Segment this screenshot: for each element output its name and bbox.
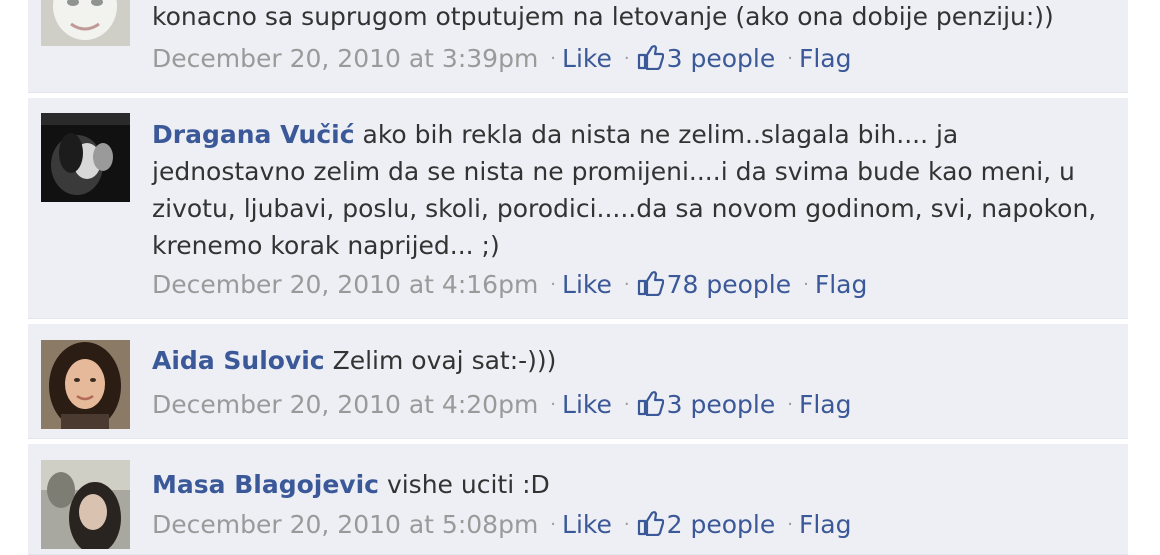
likes-count: 3 people — [666, 390, 776, 419]
avatar[interactable] — [41, 0, 130, 46]
separator: · — [623, 514, 630, 535]
separator: · — [623, 48, 630, 69]
thumbs-up-icon — [637, 271, 664, 296]
comment-body: Aida Sulovic Zelim ovaj sat:-))) — [152, 342, 1118, 379]
like-link[interactable]: Like — [562, 510, 612, 539]
comment-author[interactable]: Aida Sulovic — [152, 346, 325, 375]
avatar[interactable] — [41, 340, 130, 429]
thumbs-up-icon — [637, 511, 664, 536]
like-link[interactable]: Like — [562, 270, 612, 299]
comment-date: December 20, 2010 at 4:16pm — [152, 270, 539, 299]
likes-count: 2 people — [666, 510, 776, 539]
thumbs-up-icon — [637, 45, 664, 70]
comment-meta: December 20, 2010 at 3:39pm · Like · 3 peopl… — [152, 40, 851, 80]
likes-link[interactable]: 2 people — [636, 510, 776, 539]
comment-body: Masa Blagojevic vishe uciti :D — [152, 466, 1118, 503]
separator: · — [787, 48, 793, 69]
comment-meta: December 20, 2010 at 5:08pm · Like · 2 peopl… — [152, 506, 851, 546]
likes-link[interactable]: 78 people — [636, 270, 792, 299]
separator: · — [550, 394, 557, 415]
separator: · — [623, 274, 630, 295]
separator: · — [623, 394, 630, 415]
comment-feed: konacno sa suprugom otputujem na letovan… — [28, 0, 1128, 555]
comment-meta: December 20, 2010 at 4:20pm · Like · 3 peopl… — [152, 386, 851, 426]
comment: Aida Sulovic Zelim ovaj sat:-))) Decembe… — [28, 324, 1128, 439]
separator: · — [787, 394, 793, 415]
thumbs-up-icon — [637, 391, 664, 416]
comment-author[interactable]: Dragana Vučić — [152, 120, 355, 149]
flag-link[interactable]: Flag — [799, 44, 852, 73]
separator: · — [550, 274, 557, 295]
avatar[interactable] — [41, 460, 130, 549]
comment-text: vishe uciti :D — [386, 470, 550, 499]
comment-date: December 20, 2010 at 4:20pm — [152, 390, 539, 419]
separator: · — [550, 48, 557, 69]
flag-link[interactable]: Flag — [799, 510, 852, 539]
likes-count: 3 people — [666, 44, 776, 73]
flag-link[interactable]: Flag — [799, 390, 852, 419]
separator: · — [550, 514, 557, 535]
comment-text: konacno sa suprugom otputujem na letovan… — [152, 2, 1054, 31]
likes-count: 78 people — [666, 270, 792, 299]
comment: Dragana Vučić ako bih rekla da nista ne … — [28, 98, 1128, 319]
comment: Masa Blagojevic vishe uciti :D December … — [28, 444, 1128, 555]
comment-date: December 20, 2010 at 5:08pm — [152, 510, 539, 539]
comment-body: Dragana Vučić ako bih rekla da nista ne … — [152, 116, 1118, 264]
comment-body: konacno sa suprugom otputujem na letovan… — [152, 0, 1118, 35]
comment-author[interactable]: Masa Blagojevic — [152, 470, 379, 499]
likes-link[interactable]: 3 people — [636, 390, 776, 419]
separator: · — [803, 274, 809, 295]
likes-link[interactable]: 3 people — [636, 44, 776, 73]
like-link[interactable]: Like — [562, 390, 612, 419]
comment-date: December 20, 2010 at 3:39pm — [152, 44, 539, 73]
like-link[interactable]: Like — [562, 44, 612, 73]
comment-text: Zelim ovaj sat:-))) — [332, 346, 557, 375]
separator: · — [787, 514, 793, 535]
flag-link[interactable]: Flag — [815, 270, 868, 299]
comment-meta: December 20, 2010 at 4:16pm · Like · 78 peop… — [152, 266, 867, 306]
comment: konacno sa suprugom otputujem na letovan… — [28, 0, 1128, 93]
avatar[interactable] — [41, 113, 130, 202]
